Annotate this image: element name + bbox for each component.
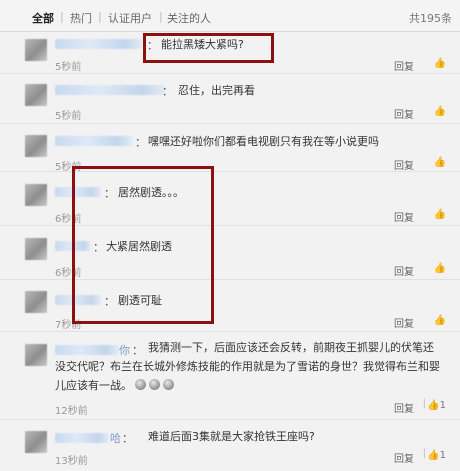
username-suffix[interactable]: 哈: [110, 430, 121, 446]
thumbs-up-icon[interactable]: 👍: [434, 315, 446, 326]
thumbs-up-icon[interactable]: 👍: [434, 209, 446, 220]
divider: |: [422, 448, 426, 459]
comment-text: 难道后面3集就是大家抢铁王座吗?: [148, 430, 315, 443]
tab-verified[interactable]: 认证用户: [108, 10, 152, 26]
tab-following[interactable]: 关注的人: [167, 10, 211, 26]
divider: |: [422, 398, 426, 409]
avatar[interactable]: [25, 84, 47, 106]
comment-row: ： 大紧居然剧透 6秒前 回复 👍: [0, 226, 460, 280]
username[interactable]: [55, 39, 143, 49]
reply-button[interactable]: 回复: [394, 263, 414, 278]
reply-button[interactable]: 回复: [394, 58, 414, 73]
thumbs-up-icon[interactable]: 👍: [434, 263, 446, 274]
comment-text: 嘿嘿还好啦你们都看电视剧只有我在等小说更吗: [148, 135, 379, 148]
thumbs-up-icon[interactable]: 👍: [434, 157, 446, 168]
like-count: 1: [439, 400, 446, 411]
comment-text-line: 没交代呢？布兰在长城外修炼技能的作用就是为了雪诺的身世？我觉得布兰和婴: [55, 360, 440, 373]
comment-row: ： 忍住，出完再看 5秒前 回复 👍: [0, 74, 460, 124]
tab-all[interactable]: 全部: [32, 10, 54, 26]
comment-row: 哈 ： 难道后面3集就是大家抢铁王座吗? 13秒前 回复 | 👍1: [0, 420, 460, 471]
reply-button[interactable]: 回复: [394, 450, 414, 465]
comment-text-end: 儿应该有一战。: [55, 379, 132, 392]
emoji-icon: [163, 379, 174, 390]
name-colon: ：: [162, 85, 173, 98]
reply-button[interactable]: 回复: [394, 209, 414, 224]
name-colon: ：: [132, 344, 143, 357]
avatar[interactable]: [25, 238, 47, 260]
comment-row: ： 嘿嘿还好啦你们都看电视剧只有我在等小说更吗 5秒前 回复 👍: [0, 124, 460, 173]
tab-separator: |: [60, 10, 64, 23]
thumbs-up-icon[interactable]: 👍1: [427, 450, 446, 461]
avatar[interactable]: [25, 344, 47, 366]
avatar[interactable]: [25, 184, 47, 206]
comment-text-line: 儿应该有一战。: [55, 376, 174, 395]
avatar[interactable]: [25, 291, 47, 313]
reply-button[interactable]: 回复: [394, 400, 414, 415]
reply-button[interactable]: 回复: [394, 106, 414, 121]
emoji-icon: [135, 379, 146, 390]
username[interactable]: [55, 433, 109, 443]
highlight-box: [143, 33, 274, 63]
highlight-box: [72, 166, 214, 324]
name-colon: ：: [135, 136, 146, 149]
reply-button[interactable]: 回复: [394, 157, 414, 172]
name-colon: ：: [122, 432, 133, 445]
tab-hot[interactable]: 热门: [70, 10, 92, 26]
avatar[interactable]: [25, 431, 47, 453]
like-count: 1: [439, 450, 446, 461]
emoji-icon: [149, 379, 160, 390]
username[interactable]: [55, 85, 165, 95]
comment-filter-tabs: 全部 | 热门 | 认证用户 | 关注的人 共195条: [0, 0, 460, 32]
thumbs-up-icon[interactable]: 👍: [434, 58, 446, 69]
comment-time: 13秒前: [55, 456, 88, 467]
username-suffix[interactable]: 你: [119, 342, 130, 358]
avatar[interactable]: [25, 39, 47, 61]
avatar[interactable]: [25, 135, 47, 157]
thumbs-up-icon[interactable]: 👍1: [427, 400, 446, 411]
thumbs-up-icon[interactable]: 👍: [434, 106, 446, 117]
username[interactable]: [55, 345, 119, 355]
comment-total-count: 共195条: [409, 12, 452, 25]
tab-separator: |: [159, 10, 163, 23]
comment-time: 5秒前: [55, 111, 82, 122]
username[interactable]: [55, 136, 133, 146]
comment-time: 12秒前: [55, 406, 88, 417]
comment-time: 5秒前: [55, 62, 82, 73]
comment-row: ： 剧透可耻 7秒前 回复 👍: [0, 280, 460, 332]
comment-row: 你 ： 我猜测一下，后面应该还会反转，前期夜王抓婴儿的伏笔还 没交代呢？布兰在长…: [0, 332, 460, 420]
comment-row: ： 居然剧透。。。 6秒前 回复 👍: [0, 172, 460, 226]
comment-text-line: 我猜测一下，后面应该还会反转，前期夜王抓婴儿的伏笔还: [148, 341, 434, 354]
comment-text: 忍住，出完再看: [178, 84, 255, 97]
reply-button[interactable]: 回复: [394, 315, 414, 330]
tab-separator: |: [98, 10, 102, 23]
